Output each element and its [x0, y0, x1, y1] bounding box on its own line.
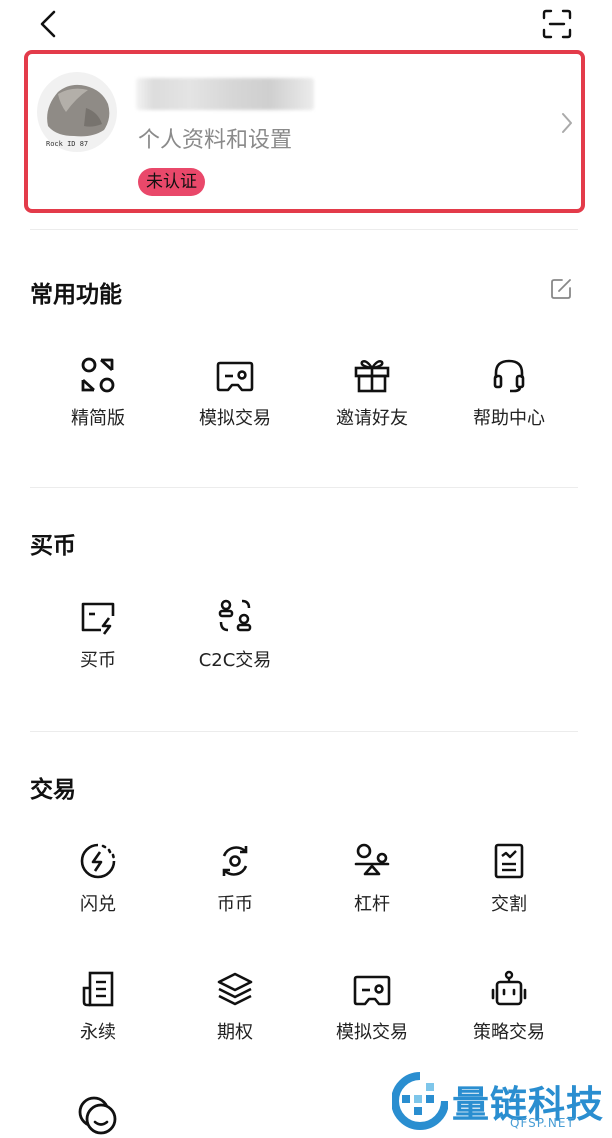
feature-buy-crypto[interactable]: 买币	[38, 598, 158, 672]
divider	[30, 731, 578, 732]
divider	[30, 487, 578, 488]
feature-strategy-trading[interactable]: 策略交易	[449, 970, 569, 1044]
avatar-caption: Rock ID 87	[46, 140, 89, 148]
feature-label: 模拟交易	[336, 1022, 408, 1043]
feature-demo-trading[interactable]: 模拟交易	[175, 356, 295, 430]
avatar	[37, 72, 117, 152]
feature-perpetual[interactable]: 永续	[38, 970, 158, 1044]
feature-demo-trading-2[interactable]: 模拟交易	[312, 970, 432, 1044]
feature-c2c-trading[interactable]: C2C交易	[175, 598, 295, 672]
feature-spot-trading[interactable]: 币币	[175, 842, 295, 916]
feature-lite-mode[interactable]: 精简版	[38, 356, 158, 430]
robot-icon	[491, 970, 527, 1006]
back-arrow-icon[interactable]	[36, 8, 62, 40]
coin-exchange-icon	[222, 846, 248, 876]
edit-icon[interactable]	[549, 277, 573, 301]
watermark-emblem-icon	[391, 1072, 449, 1130]
feature-label: 邀请好友	[336, 408, 408, 429]
feature-help-center[interactable]: 帮助中心	[449, 356, 569, 430]
scan-icon[interactable]	[541, 8, 573, 40]
p2p-users-icon	[218, 599, 252, 632]
feature-flash-swap[interactable]: 闪兑	[38, 842, 158, 916]
feature-invite-friends[interactable]: 邀请好友	[312, 356, 432, 430]
feature-label: 杠杆	[354, 894, 390, 915]
leverage-icon	[354, 843, 390, 876]
feature-label: 币币	[217, 894, 253, 915]
feature-margin-trading[interactable]: 杠杆	[312, 842, 432, 916]
headset-icon	[493, 359, 525, 393]
profile-settings-label: 个人资料和设置	[138, 128, 293, 153]
feature-label: 期权	[217, 1022, 253, 1043]
delivery-icon	[494, 843, 524, 879]
feature-options[interactable]: 期权	[175, 970, 295, 1044]
verification-status-badge[interactable]: 未认证	[138, 168, 205, 196]
watermark-subtext: QFSP.NET	[510, 1116, 575, 1130]
feature-label: 交割	[491, 894, 527, 915]
options-layers-icon	[217, 972, 253, 1006]
feature-label: 永续	[80, 1022, 116, 1043]
profile-card[interactable]: Rock ID 87 个人资料和设置 未认证	[24, 50, 585, 213]
chevron-right-icon	[562, 113, 572, 133]
gamepad-icon	[353, 975, 391, 1006]
top-bar	[0, 0, 612, 48]
feature-label: 策略交易	[473, 1022, 545, 1043]
feature-partial-next[interactable]	[38, 1094, 158, 1138]
perpetual-icon	[82, 971, 114, 1007]
gift-icon	[354, 360, 390, 393]
feature-label: 模拟交易	[199, 408, 271, 429]
lightning-card-icon	[81, 602, 115, 635]
section-title-trade: 交易	[30, 777, 76, 803]
section-title-common: 常用功能	[30, 282, 122, 308]
username-blurred	[136, 78, 314, 110]
watermark-logo: 量链科技 QFSP.NET	[391, 1072, 612, 1137]
gamepad-icon	[216, 361, 254, 392]
section-title-buy: 买币	[30, 533, 76, 559]
feature-label: 帮助中心	[473, 408, 545, 429]
divider	[30, 229, 578, 230]
feature-futures-delivery[interactable]: 交割	[449, 842, 569, 916]
feature-label: 闪兑	[80, 894, 116, 915]
feature-label: C2C交易	[198, 650, 272, 671]
lite-mode-icon	[81, 357, 115, 393]
feature-label: 精简版	[71, 408, 125, 429]
coins-icon	[78, 1096, 117, 1135]
flash-swap-icon	[80, 843, 116, 879]
feature-label: 买币	[80, 650, 116, 671]
